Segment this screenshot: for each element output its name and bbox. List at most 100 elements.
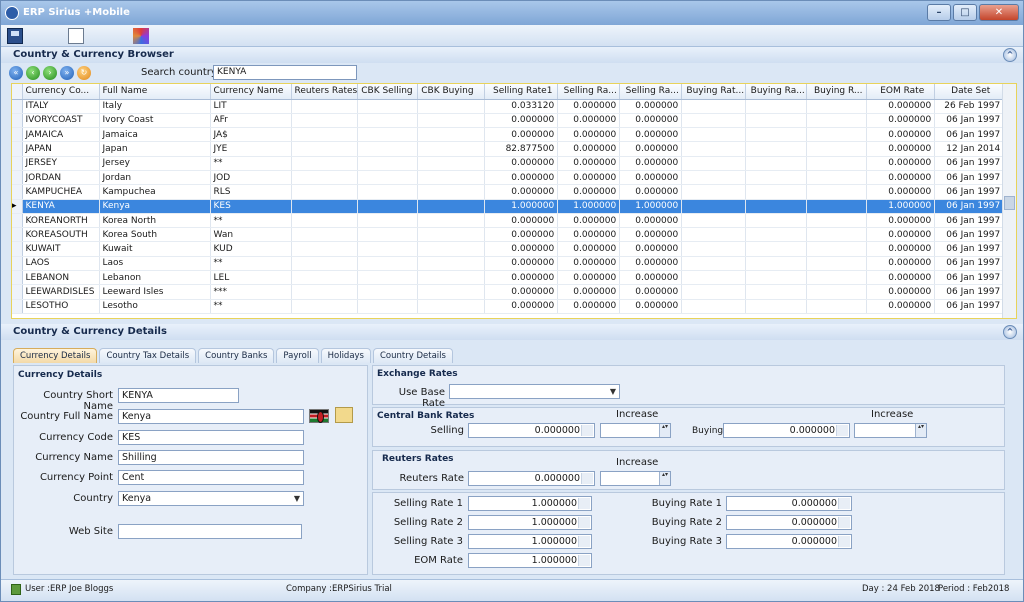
table-row[interactable]: ITALY Italy LIT 0.033120 0.000000 0.000000 0.0… — [12, 99, 1005, 114]
table-cell[interactable] — [681, 156, 747, 171]
table-cell[interactable]: ITALY — [22, 99, 100, 114]
column-header[interactable]: EOM Rate — [866, 84, 936, 100]
table-cell[interactable] — [806, 141, 868, 157]
table-cell[interactable] — [745, 127, 808, 143]
cbk-buying-field[interactable]: 0.000000 — [723, 423, 850, 438]
table-cell[interactable]: KUD — [210, 241, 292, 257]
column-header[interactable]: Reuters Rates — [291, 84, 359, 100]
table-row[interactable]: LEEWARDISLES Leeward Isles *** 0.000000 0.00… — [12, 284, 1005, 300]
table-cell[interactable] — [681, 241, 747, 257]
table-cell[interactable]: JAMAICA — [22, 127, 100, 143]
color-palette-icon[interactable] — [133, 28, 149, 44]
table-cell[interactable] — [357, 156, 419, 171]
table-cell[interactable]: RLS — [210, 184, 292, 200]
table-cell[interactable] — [806, 227, 868, 243]
table-cell[interactable]: 0.000000 — [619, 256, 683, 272]
table-cell[interactable] — [357, 213, 419, 229]
table-cell[interactable]: 0.000000 — [557, 156, 621, 171]
table-cell[interactable]: Korea South — [99, 227, 211, 243]
table-cell[interactable]: 0.000000 — [866, 256, 936, 272]
table-cell[interactable]: 0.000000 — [619, 213, 683, 229]
table-cell[interactable] — [417, 141, 486, 157]
table-cell[interactable] — [357, 127, 419, 143]
table-cell[interactable]: JOD — [210, 170, 292, 186]
table-row[interactable]: JAPAN Japan JYE 82.877500 0.000000 0.000000 0.… — [12, 141, 1005, 157]
table-cell[interactable]: 0.000000 — [619, 241, 683, 257]
table-cell[interactable] — [357, 227, 419, 243]
currency-point-field[interactable]: Cent — [118, 470, 304, 485]
column-header[interactable]: Selling Ra... — [557, 84, 621, 100]
table-cell[interactable]: 0.000000 — [557, 113, 621, 129]
table-cell[interactable]: 0.000000 — [484, 256, 559, 272]
table-cell[interactable] — [681, 256, 747, 272]
table-cell[interactable]: 0.000000 — [866, 113, 936, 129]
table-cell[interactable]: 06 Jan 1997 — [934, 199, 1005, 214]
table-cell[interactable]: 06 Jan 1997 — [934, 213, 1005, 229]
table-cell[interactable]: JORDAN — [22, 170, 100, 186]
table-cell[interactable]: 06 Jan 1997 — [934, 127, 1005, 143]
column-header[interactable]: Currency Co... — [22, 84, 100, 100]
table-cell[interactable] — [417, 99, 486, 114]
table-cell[interactable]: LAOS — [22, 256, 100, 272]
short-name-field[interactable]: KENYA — [118, 388, 239, 403]
column-header[interactable]: Buying Rat... — [681, 84, 747, 100]
table-cell[interactable]: 06 Jan 1997 — [934, 284, 1005, 300]
table-cell[interactable]: Jordan — [99, 170, 211, 186]
table-cell[interactable]: Kampuchea — [99, 184, 211, 200]
table-cell[interactable] — [745, 213, 808, 229]
table-cell[interactable]: 0.000000 — [619, 227, 683, 243]
table-cell[interactable]: 0.000000 — [484, 284, 559, 300]
selling-rate-1-field[interactable]: 1.000000 — [468, 496, 592, 511]
reuters-increase-stepper[interactable] — [600, 471, 671, 486]
table-cell[interactable] — [681, 227, 747, 243]
table-cell[interactable] — [745, 170, 808, 186]
table-cell[interactable] — [417, 184, 486, 200]
table-cell[interactable]: 0.000000 — [557, 99, 621, 114]
table-cell[interactable]: 1.000000 — [557, 199, 621, 214]
table-cell[interactable]: ** — [210, 256, 292, 272]
table-cell[interactable]: 0.000000 — [557, 241, 621, 257]
table-cell[interactable]: JERSEY — [22, 156, 100, 171]
table-cell[interactable]: 0.000000 — [866, 227, 936, 243]
table-cell[interactable] — [806, 256, 868, 272]
first-record-icon[interactable]: « — [9, 66, 23, 80]
table-row[interactable]: KOREASOUTH Korea South Wan 0.000000 0.000000… — [12, 227, 1005, 243]
table-cell[interactable] — [745, 99, 808, 114]
table-cell[interactable]: Kuwait — [99, 241, 211, 257]
table-cell[interactable]: 0.000000 — [619, 299, 683, 314]
table-cell[interactable]: 0.000000 — [619, 127, 683, 143]
table-row[interactable]: KAMPUCHEA Kampuchea RLS 0.000000 0.000000 0.0… — [12, 184, 1005, 200]
tab-country-banks[interactable]: Country Banks — [198, 348, 275, 363]
column-header[interactable]: Buying Ra... — [745, 84, 808, 100]
table-cell[interactable]: LIT — [210, 99, 292, 114]
table-cell[interactable] — [745, 184, 808, 200]
table-row[interactable]: ▸ KENYA Kenya KES 1.000000 1.000000 1.000000 1.… — [12, 199, 1005, 214]
table-cell[interactable] — [417, 170, 486, 186]
table-cell[interactable] — [806, 241, 868, 257]
table-cell[interactable]: KUWAIT — [22, 241, 100, 257]
close-button[interactable]: ✕ — [979, 4, 1019, 21]
table-cell[interactable] — [806, 213, 868, 229]
table-cell[interactable]: 0.000000 — [484, 184, 559, 200]
table-cell[interactable]: 0.000000 — [866, 141, 936, 157]
table-cell[interactable] — [417, 156, 486, 171]
table-cell[interactable]: JAPAN — [22, 141, 100, 157]
table-cell[interactable]: 0.000000 — [619, 284, 683, 300]
table-cell[interactable] — [417, 256, 486, 272]
table-cell[interactable] — [417, 299, 486, 314]
table-cell[interactable] — [745, 270, 808, 286]
table-cell[interactable]: 06 Jan 1997 — [934, 241, 1005, 257]
table-cell[interactable] — [806, 156, 868, 171]
table-cell[interactable]: 0.000000 — [866, 213, 936, 229]
table-cell[interactable] — [291, 156, 359, 171]
save-icon[interactable] — [7, 28, 23, 44]
website-field[interactable] — [118, 524, 302, 539]
table-cell[interactable]: 0.000000 — [484, 156, 559, 171]
new-document-icon[interactable] — [68, 28, 84, 44]
table-row[interactable]: LAOS Laos ** 0.000000 0.000000 0.000000 0.0000… — [12, 256, 1005, 272]
table-cell[interactable] — [291, 99, 359, 114]
table-cell[interactable] — [806, 270, 868, 286]
table-cell[interactable] — [417, 284, 486, 300]
table-cell[interactable] — [291, 170, 359, 186]
table-cell[interactable]: 0.000000 — [866, 99, 936, 114]
